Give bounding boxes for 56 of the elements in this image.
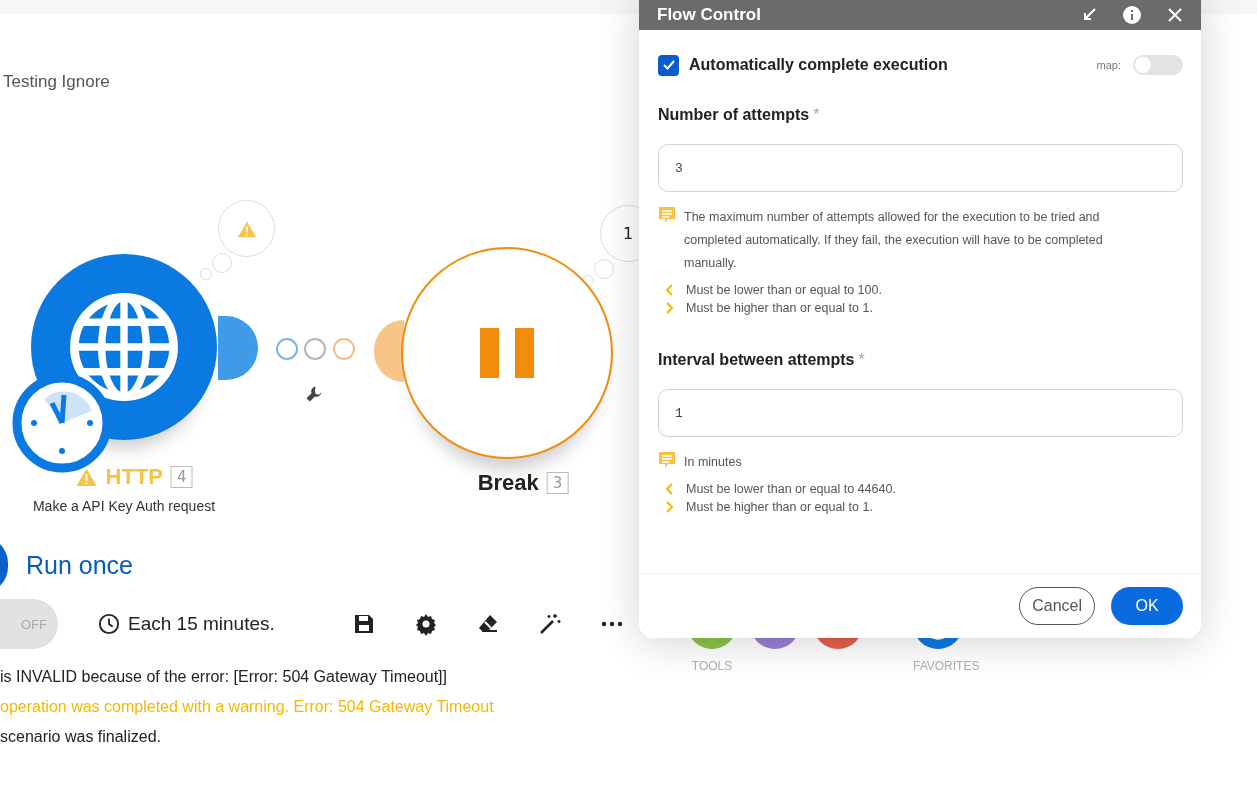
checkbox[interactable] bbox=[658, 54, 679, 76]
warning-icon bbox=[75, 467, 98, 487]
save-icon[interactable] bbox=[352, 612, 376, 636]
map-toggle[interactable] bbox=[1133, 55, 1183, 75]
module-number: 3 bbox=[546, 472, 569, 494]
chevron-right-icon bbox=[664, 500, 674, 514]
clock-icon bbox=[98, 613, 120, 635]
connector-handle[interactable] bbox=[218, 316, 258, 380]
comment-icon bbox=[658, 451, 676, 469]
cancel-button[interactable]: Cancel bbox=[1019, 587, 1095, 625]
group-label: TOOLS bbox=[690, 659, 734, 673]
run-once-label[interactable]: Run once bbox=[26, 550, 134, 580]
connector-handle[interactable] bbox=[374, 320, 404, 382]
operations-count: 1 bbox=[623, 224, 634, 243]
module-number: 4 bbox=[170, 466, 193, 488]
route-dot bbox=[333, 338, 355, 360]
chevron-left-icon bbox=[664, 482, 674, 496]
collapse-icon[interactable] bbox=[1081, 7, 1097, 23]
field-hint: In minutes bbox=[684, 454, 743, 471]
required-mark: * bbox=[813, 106, 820, 123]
route-dot bbox=[276, 338, 298, 360]
field-label: Interval between attempts bbox=[658, 351, 855, 368]
validation-rule: Must be higher than or equal to 1. bbox=[686, 301, 873, 315]
info-icon[interactable] bbox=[1123, 6, 1141, 24]
comment-icon bbox=[658, 206, 676, 224]
required-mark: * bbox=[858, 351, 865, 368]
group-label: FAVORITES bbox=[913, 659, 980, 673]
pause-icon bbox=[480, 328, 534, 378]
check-icon bbox=[662, 60, 675, 70]
warning-icon bbox=[236, 219, 257, 238]
close-icon[interactable] bbox=[1167, 7, 1183, 23]
magic-wand-icon[interactable] bbox=[538, 612, 562, 636]
dialog-title: Flow Control bbox=[657, 5, 762, 25]
chevron-left-icon bbox=[664, 283, 674, 297]
schedule-text[interactable]: Each 15 minutes. bbox=[128, 613, 275, 635]
scenario-title: Testing Ignore bbox=[3, 72, 110, 92]
field-label: Number of attempts bbox=[658, 106, 810, 123]
settings-icon[interactable] bbox=[414, 612, 438, 636]
validation-rule: Must be higher than or equal to 1. bbox=[686, 500, 873, 514]
log-message: operation was completed with a warning. Error: 504 Gateway Timeout bbox=[0, 698, 495, 716]
wrench-icon bbox=[304, 384, 324, 404]
ok-button[interactable]: OK bbox=[1111, 587, 1183, 625]
chevron-right-icon bbox=[664, 301, 674, 315]
log-message: is INVALID because of the error: [Error: 504 Gateway Timeout]] bbox=[0, 668, 448, 686]
validation-rule: Must be lower than or equal to 44640. bbox=[686, 482, 896, 496]
module-subtitle: Make a API Key Auth request bbox=[32, 498, 216, 514]
route-dot bbox=[304, 338, 326, 360]
input-field[interactable]: 1 bbox=[658, 389, 1183, 437]
field-hint: The maximum number of attempts allowed for the execution to be tried and completed automatically. If they fail, the execution will have to be completed manually. bbox=[684, 209, 1104, 272]
log-message: scenario was finalized. bbox=[0, 728, 162, 746]
validation-rule: Must be lower than or equal to 100. bbox=[686, 283, 882, 297]
map-label: map: bbox=[1096, 59, 1121, 71]
input-field[interactable]: 3 bbox=[658, 144, 1183, 192]
module-name: HTTP bbox=[105, 464, 163, 490]
module-name: Break bbox=[477, 470, 539, 496]
checkbox-label: Automatically complete execution bbox=[689, 56, 949, 74]
